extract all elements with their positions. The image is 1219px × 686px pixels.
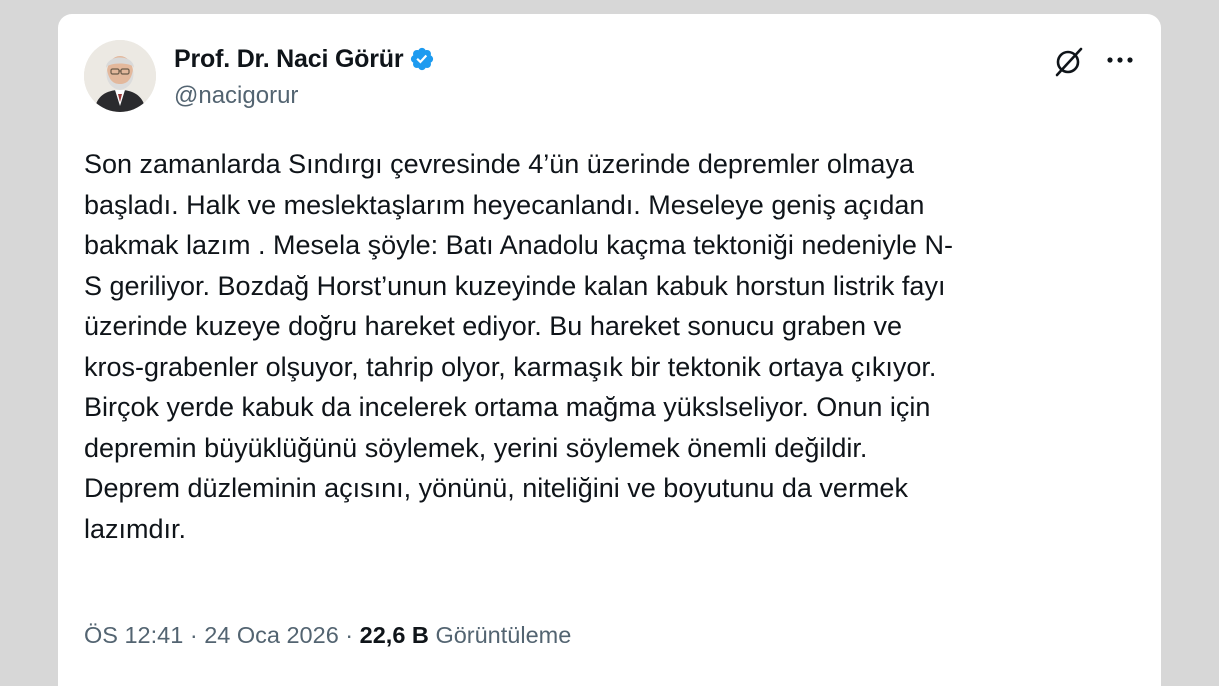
- author-handle[interactable]: @nacigorur: [174, 82, 298, 110]
- avatar[interactable]: [84, 40, 156, 112]
- avatar-image: [84, 40, 156, 112]
- views-count[interactable]: 22,6 B: [360, 622, 429, 648]
- tweet-text: Son zamanlarda Sındırgı çevresinde 4’ün …: [84, 149, 953, 544]
- meta-separator: ·: [183, 622, 205, 648]
- verified-badge-icon[interactable]: [409, 46, 435, 72]
- tweet-date[interactable]: 24 Oca 2026: [204, 622, 339, 648]
- author-display-name[interactable]: Prof. Dr. Naci Görür: [174, 45, 404, 74]
- meta-separator: ·: [338, 622, 360, 648]
- views-label[interactable]: Görüntüleme: [435, 622, 571, 648]
- tweet-meta: ÖS 12:41 · 24 Oca 2026 · 22,6 B Görüntül…: [84, 622, 571, 649]
- author-name-row[interactable]: Prof. Dr. Naci Görür: [174, 44, 435, 74]
- tweet-time[interactable]: ÖS 12:41: [84, 622, 183, 648]
- tweet-card: Prof. Dr. Naci Görür @nacigorur Son zama…: [58, 14, 1161, 686]
- more-options-icon[interactable]: [1102, 44, 1138, 78]
- grok-icon[interactable]: [1052, 44, 1086, 78]
